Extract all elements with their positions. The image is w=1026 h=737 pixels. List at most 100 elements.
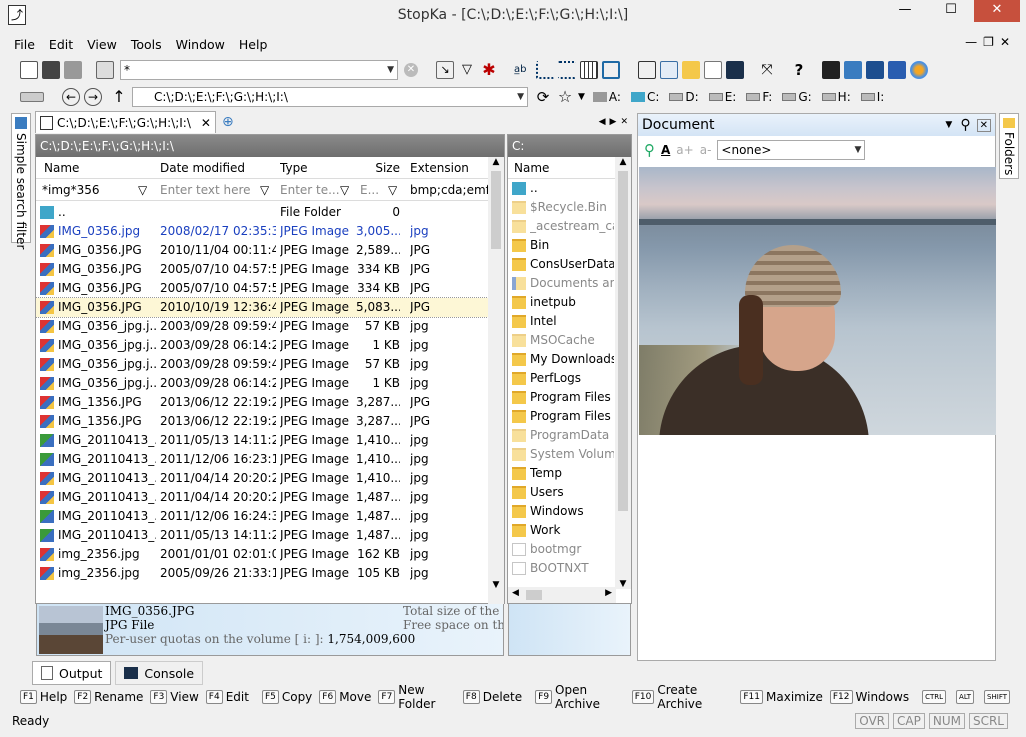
palette-icon[interactable] <box>910 61 928 79</box>
encoding-select[interactable]: <none> ▼ <box>717 140 866 160</box>
scroll-down-icon[interactable]: ▼ <box>488 580 504 590</box>
date-filter-input[interactable]: Enter text here <box>160 179 256 201</box>
name-filter-input[interactable]: *img*356 <box>42 179 148 201</box>
list-item[interactable]: Documents and <box>508 274 631 293</box>
new-icon[interactable] <box>20 61 38 79</box>
menu-tools[interactable]: Tools <box>131 37 162 52</box>
list-item[interactable]: ConsUserData <box>508 255 631 274</box>
scroll-thumb[interactable] <box>618 171 628 511</box>
table-row[interactable]: img_2356.jpg 2005/09/26 21:33:12 JPEG Imag… <box>36 564 504 583</box>
type-filter-input[interactable]: Enter te... <box>280 179 340 201</box>
scroll-thumb[interactable] <box>491 171 501 249</box>
right-horizontal-scrollbar[interactable]: ◀ ▶ <box>508 587 616 603</box>
font-icon[interactable]: A <box>661 143 670 157</box>
drive-e[interactable]: E: <box>708 90 736 104</box>
table-row[interactable]: IMG_1356.JPG 2013/06/12 22:19:22 JPEG Imag… <box>36 393 504 412</box>
up-icon[interactable]: ↑ <box>110 88 128 106</box>
shift-key[interactable]: SHIFT <box>984 690 1013 704</box>
minimize-button[interactable]: — <box>882 0 928 22</box>
tab-scroll-icons[interactable]: ◀▶✕ <box>599 117 632 127</box>
mdi-close-button[interactable]: ✕ <box>1000 35 1016 49</box>
list-item[interactable]: $Recycle.Bin <box>508 198 631 217</box>
column-header-date[interactable]: Date modified <box>160 157 245 179</box>
book-icon[interactable] <box>888 61 906 79</box>
funnel-icon[interactable]: ▽ <box>388 179 397 201</box>
list-item[interactable]: Work <box>508 521 631 540</box>
menu-window[interactable]: Window <box>176 37 225 52</box>
mdi-restore-button[interactable]: ❐ <box>983 35 1000 49</box>
scroll-up-icon[interactable]: ▲ <box>488 157 504 167</box>
thumbnails-view-icon[interactable] <box>602 61 620 79</box>
column-header-extension[interactable]: Extension <box>410 157 469 179</box>
sort-icon[interactable]: a̲b <box>514 61 532 79</box>
clear-icon[interactable]: ✕ <box>404 63 418 77</box>
drive-c[interactable]: C: <box>630 90 659 104</box>
table-row[interactable]: IMG_0356_jpg.j... 2003/09/28 06:14:23 JPEG… <box>36 374 504 393</box>
details-view-icon[interactable] <box>580 61 598 79</box>
fkey-f8[interactable]: F8 Delete <box>462 690 522 704</box>
refresh-icon[interactable]: ⟳ <box>534 88 552 106</box>
table-row[interactable]: IMG_0356_jpg.j... 2003/09/28 06:14:23 JPEG… <box>36 336 504 355</box>
menu-help[interactable]: Help <box>239 37 268 52</box>
table-row[interactable]: IMG_20110413_... 2011/04/14 20:20:22 JPEG … <box>36 469 504 488</box>
alt-key[interactable]: ALT <box>956 690 977 704</box>
address-combo[interactable]: C:\;D:\;E:\;F:\;G:\;H:\;I:\ ▼ <box>132 87 528 107</box>
tab-close-icon[interactable]: ✕ <box>201 116 211 130</box>
fkey-f6[interactable]: F6 Move <box>319 690 371 704</box>
download-icon[interactable] <box>866 61 884 79</box>
document-icon[interactable] <box>638 61 656 79</box>
table-row[interactable]: IMG_0356.JPG 2005/07/10 04:57:50 JPEG Imag… <box>36 279 504 298</box>
table-row[interactable]: IMG_0356_jpg.j... 2003/09/28 09:59:45 JPEG… <box>36 355 504 374</box>
drive-f[interactable]: F: <box>746 90 772 104</box>
simple-search-filter-tab[interactable]: Simple search filter <box>11 113 31 249</box>
fkey-f2[interactable]: F2 Rename <box>74 690 143 704</box>
fkey-f11[interactable]: F11 Maximize <box>740 690 823 704</box>
table-row[interactable]: IMG_0356_jpg.j... 2003/09/28 09:59:45 JPEG… <box>36 317 504 336</box>
zoom-icon[interactable]: ⚲ <box>644 141 655 159</box>
left-vertical-scrollbar[interactable]: ▲ ▼ <box>488 157 504 604</box>
filter-combo[interactable]: * ▼ <box>120 60 398 80</box>
fkey-f10[interactable]: F10 Create Archive <box>631 683 734 711</box>
fkey-f12[interactable]: F12 Windows <box>829 690 909 704</box>
table-row[interactable]: IMG_20110413_... 2011/04/14 20:20:20 JPEG … <box>36 488 504 507</box>
drive-a[interactable]: A: <box>592 90 621 104</box>
list-item[interactable]: Temp <box>508 464 631 483</box>
table-row[interactable]: img_2356.jpg 2001/01/01 02:01:00 JPEG Imag… <box>36 545 504 564</box>
fullscreen-icon[interactable]: ⤧ <box>758 61 776 79</box>
save-all-icon[interactable] <box>64 61 82 79</box>
list-item[interactable]: bootmgr <box>508 540 631 559</box>
list-item[interactable]: Windows <box>508 502 631 521</box>
list-item[interactable]: BOOTNXT <box>508 559 631 578</box>
fkey-f5[interactable]: F5 Copy <box>261 690 312 704</box>
tree-view-icon[interactable] <box>536 61 554 79</box>
filter-icon[interactable]: ▽ <box>458 61 476 79</box>
terminal-icon[interactable] <box>726 61 744 79</box>
list-item[interactable]: _acestream_cac <box>508 217 631 236</box>
table-row[interactable]: IMG_20110413_... 2011/12/06 16:24:38 JPEG … <box>36 507 504 526</box>
list-item[interactable]: PerfLogs <box>508 369 631 388</box>
drive-d[interactable]: D: <box>669 90 699 104</box>
scroll-down-icon[interactable]: ▼ <box>615 579 631 589</box>
list-item[interactable]: inetpub <box>508 293 631 312</box>
column-header-name[interactable]: Name <box>514 157 549 179</box>
help-icon[interactable]: ? <box>790 61 808 79</box>
list-item[interactable]: Program Files ( <box>508 407 631 426</box>
ctrl-key[interactable]: CTRL <box>922 690 949 704</box>
fkey-f1[interactable]: F1 Help <box>20 690 67 704</box>
favorite-dropdown-icon[interactable]: ▼ <box>578 92 585 102</box>
find-icon[interactable] <box>96 61 114 79</box>
column-header-size[interactable]: Size <box>356 157 400 179</box>
scroll-up-icon[interactable]: ▲ <box>615 157 631 167</box>
drive-g[interactable]: G: <box>782 90 812 104</box>
folder-icon[interactable] <box>682 61 700 79</box>
document-menu-icon[interactable]: ▼ <box>945 120 952 130</box>
asterisk-icon[interactable]: ✱ <box>480 61 498 79</box>
mdi-minimize-button[interactable]: — <box>965 35 983 49</box>
refresh-doc-icon[interactable] <box>660 61 678 79</box>
list-item[interactable]: .. <box>508 179 631 198</box>
scroll-left-icon[interactable]: ◀ <box>512 588 519 598</box>
drive-i[interactable]: I: <box>860 90 884 104</box>
tab-drives[interactable]: C:\;D:\;E:\;F:\;G:\;H:\;I:\ ✕ <box>35 111 216 133</box>
tab-output[interactable]: Output <box>32 661 112 685</box>
table-row[interactable]: IMG_20110413_... 2011/05/13 14:11:22 JPEG … <box>36 431 504 450</box>
